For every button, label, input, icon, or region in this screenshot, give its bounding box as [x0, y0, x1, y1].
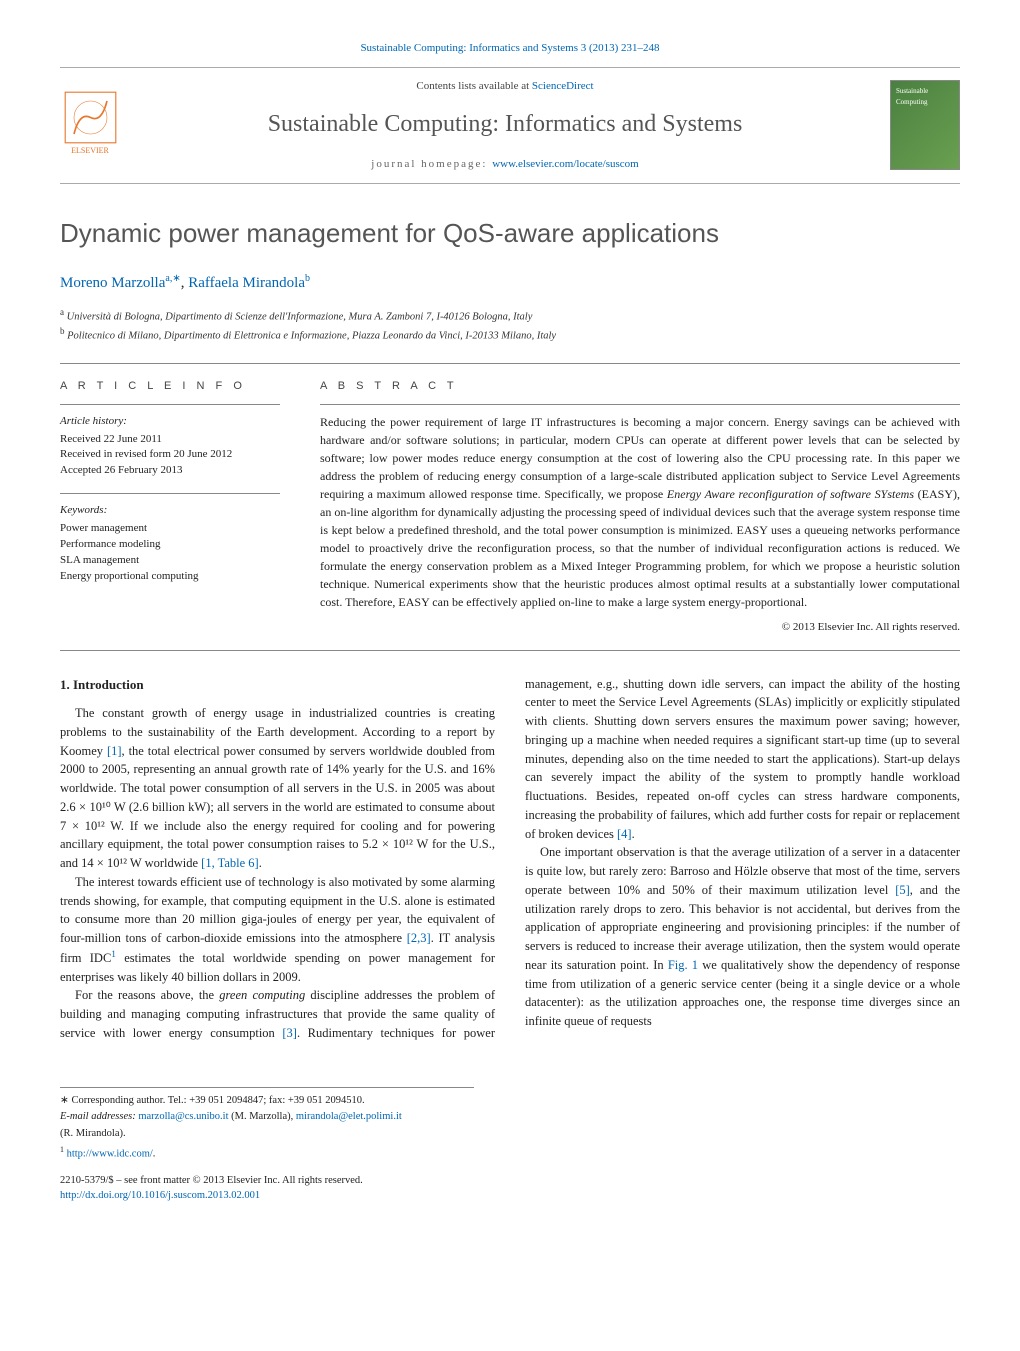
author-2[interactable]: Raffaela Mirandola [188, 275, 305, 291]
citation-4[interactable]: [4] [617, 827, 632, 841]
article-title: Dynamic power management for QoS-aware a… [60, 214, 960, 253]
front-matter-footer: 2210-5379/$ – see front matter © 2013 El… [60, 1174, 960, 1203]
keyword-1: Power management [60, 521, 280, 537]
abstract-copyright: © 2013 Elsevier Inc. All rights reserved… [320, 619, 960, 636]
journal-cover-thumbnail: Sustainable Computing [890, 80, 960, 170]
history-revised: Received in revised form 20 June 2012 [60, 447, 280, 463]
authors-line: Moreno Marzollaa,∗, Raffaela Mirandolab [60, 271, 960, 295]
elsevier-logo: ELSEVIER [60, 90, 120, 160]
journal-header: ELSEVIER Contents lists available at Sci… [60, 67, 960, 184]
keyword-2: Performance modeling [60, 537, 280, 553]
journal-issue-link[interactable]: Sustainable Computing: Informatics and S… [60, 40, 960, 57]
para-1: The constant growth of energy usage in i… [60, 704, 495, 873]
contents-available-line: Contents lists available at ScienceDirec… [140, 78, 870, 95]
citation-2-3[interactable]: [2,3] [407, 931, 431, 945]
footnote-1-link[interactable]: http://www.idc.com/ [67, 1148, 153, 1159]
fig-1-ref[interactable]: Fig. 1 [668, 958, 698, 972]
issn-copyright-line: 2210-5379/$ – see front matter © 2013 El… [60, 1174, 960, 1189]
corresponding-author-note: ∗ Corresponding author. Tel.: +39 051 20… [60, 1094, 474, 1109]
history-accepted: Accepted 26 February 2013 [60, 463, 280, 479]
email-who-2: (R. Mirandola). [60, 1127, 474, 1142]
journal-homepage-link[interactable]: www.elsevier.com/locate/suscom [492, 158, 639, 170]
email-author-1[interactable]: marzolla@cs.unibo.it [138, 1111, 228, 1122]
citation-1-table6[interactable]: [1, Table 6] [201, 856, 259, 870]
citation-3[interactable]: [3] [282, 1026, 297, 1040]
keywords-head: Keywords: [60, 502, 280, 519]
para-2: The interest towards efficient use of te… [60, 873, 495, 987]
abstract-column: A B S T R A C T Reducing the power requi… [320, 378, 960, 636]
keyword-3: SLA management [60, 553, 280, 569]
citation-5[interactable]: [5] [895, 883, 910, 897]
abstract-head: A B S T R A C T [320, 378, 960, 395]
sciencedirect-link[interactable]: ScienceDirect [532, 80, 594, 92]
journal-homepage-line: journal homepage: www.elsevier.com/locat… [140, 156, 870, 173]
affiliations: a Università di Bologna, Dipartimento di… [60, 306, 960, 345]
email-addresses-note: E-mail addresses: marzolla@cs.unibo.it (… [60, 1110, 474, 1125]
article-history-head: Article history: [60, 413, 280, 430]
article-body: 1. Introduction The constant growth of e… [60, 675, 960, 1043]
para-4: One important observation is that the av… [525, 843, 960, 1031]
footnotes: ∗ Corresponding author. Tel.: +39 051 20… [60, 1087, 474, 1162]
abstract-text: Reducing the power requirement of large … [320, 413, 960, 611]
doi-link[interactable]: http://dx.doi.org/10.1016/j.suscom.2013.… [60, 1190, 260, 1201]
footnote-1: 1 http://www.idc.com/. [60, 1144, 474, 1162]
history-received: Received 22 June 2011 [60, 432, 280, 448]
article-info-head: A R T I C L E I N F O [60, 378, 280, 395]
journal-name: Sustainable Computing: Informatics and S… [140, 106, 870, 142]
citation-1[interactable]: [1] [107, 744, 122, 758]
keyword-4: Energy proportional computing [60, 569, 280, 585]
article-info-column: A R T I C L E I N F O Article history: R… [60, 378, 280, 636]
section-1-head: 1. Introduction [60, 675, 495, 695]
email-author-2[interactable]: mirandola@elet.polimi.it [296, 1111, 402, 1122]
author-2-affil-sup[interactable]: b [305, 273, 310, 284]
author-1-affil-sup[interactable]: a,∗ [165, 273, 180, 284]
author-1[interactable]: Moreno Marzolla [60, 275, 165, 291]
